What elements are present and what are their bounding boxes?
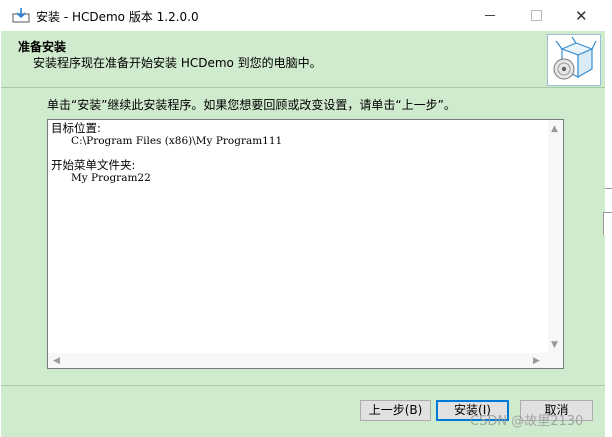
scroll-corner	[548, 353, 563, 368]
minimize-icon	[485, 15, 495, 16]
horizontal-scrollbar[interactable]: ◀ ▶	[48, 353, 548, 368]
dest-label: 目标位置:	[51, 121, 101, 135]
scroll-left-icon[interactable]: ◀	[53, 356, 60, 366]
window-title: 安装 - HCDemo 版本 1.2.0.0	[36, 10, 199, 24]
page-subtitle: 安装程序现在准备开始安装 HCDemo 到您的电脑中。	[33, 56, 322, 70]
maximize-icon	[531, 10, 542, 21]
footer-separator	[1, 385, 605, 386]
ready-memo[interactable]: 目标位置: C:\Program Files (x86)\My Program1…	[47, 119, 564, 369]
watermark: CSDN @故里2130	[470, 414, 584, 429]
install-box-icon	[553, 36, 597, 80]
vertical-scrollbar[interactable]: ▲ ▼	[548, 120, 563, 368]
start-menu-label: 开始菜单文件夹:	[51, 158, 136, 172]
maximize-button[interactable]	[513, 0, 559, 31]
close-icon: ✕	[575, 7, 588, 25]
background-edge-box	[603, 212, 612, 235]
memo-content: 目标位置: C:\Program Files (x86)\My Program1…	[51, 122, 282, 184]
background-edge-line	[605, 188, 612, 189]
dest-value: C:\Program Files (x86)\My Program111	[71, 135, 283, 147]
page-title: 准备安装	[18, 40, 67, 54]
start-menu-value: My Program22	[71, 172, 151, 184]
scroll-up-icon[interactable]: ▲	[551, 124, 558, 134]
back-button[interactable]: 上一步(B)	[360, 400, 431, 421]
installer-icon	[12, 8, 30, 23]
close-button[interactable]: ✕	[559, 0, 605, 31]
minimize-button[interactable]	[467, 0, 513, 31]
scroll-down-icon[interactable]: ▼	[551, 340, 558, 350]
scroll-right-icon[interactable]: ▶	[533, 356, 540, 366]
instruction-text: 单击“安装”继续此安装程序。如果您想要回顾或改变设置，请单击“上一步”。	[47, 98, 456, 112]
header-image	[547, 34, 601, 86]
header-separator	[1, 87, 605, 88]
title-bar: 安装 - HCDemo 版本 1.2.0.0 ✕	[0, 0, 612, 31]
